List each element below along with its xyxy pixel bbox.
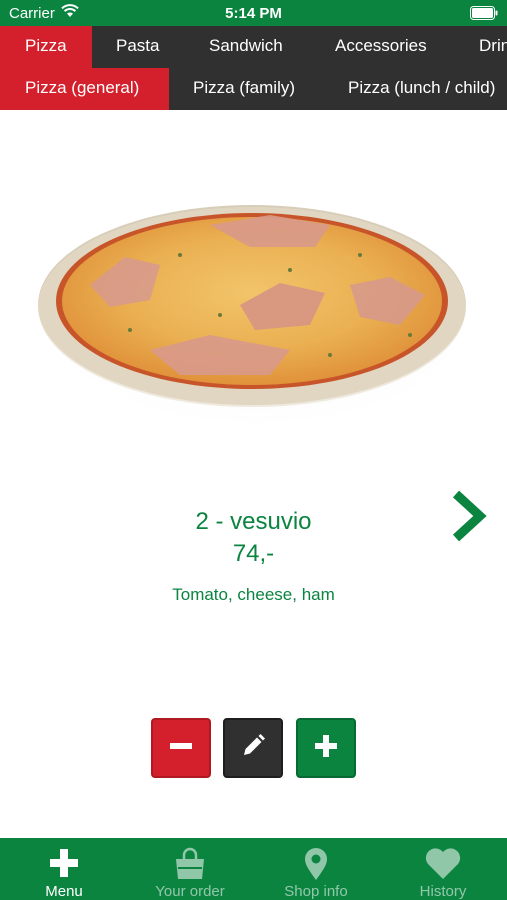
product-title: 2 - vesuvio [195,508,312,535]
product-price: 74,- [232,540,275,567]
decrease-quantity-button[interactable] [151,718,211,778]
plus-icon [1,847,127,881]
tab-menu[interactable]: Menu [1,838,127,900]
tab-shop-info-label: Shop info [284,883,348,900]
tab-your-order-label: Your order [155,883,225,900]
battery-icon [470,6,498,25]
minus-icon [168,733,194,764]
increase-quantity-button[interactable] [296,718,356,778]
plus-icon [313,733,339,764]
subtab-pizza-lunch-child[interactable]: Pizza (lunch / child) [348,68,495,110]
tab-history-label: History [419,883,467,900]
tab-shop-info[interactable]: Shop info [253,838,379,900]
heart-icon [380,847,506,881]
subtab-pizza-family[interactable]: Pizza (family) [193,68,295,110]
status-bar: Carrier 5:14 PM [0,0,507,26]
location-pin-icon [253,847,379,881]
clock: 5:14 PM [225,5,282,22]
edit-item-button[interactable] [223,718,283,778]
subtab-pizza-general[interactable]: Pizza (general) [0,68,169,110]
tab-pizza[interactable]: Pizza [0,26,92,68]
tab-accessories[interactable]: Accessories [335,26,427,68]
bottom-tab-bar: Menu Your order Shop info History [0,838,507,900]
tab-history[interactable]: History [380,838,506,900]
product-description: Tomato, cheese, ham [172,585,335,604]
shopping-bag-icon [127,847,253,881]
tab-menu-label: Menu [45,883,83,900]
tab-drinks[interactable]: Drinks [479,26,507,68]
pencil-icon [240,733,266,764]
tab-sandwich[interactable]: Sandwich [209,26,283,68]
tab-pasta[interactable]: Pasta [116,26,159,68]
category-tab-bar: Pizza Pasta Sandwich Accessories Drinks [0,26,507,68]
tab-your-order[interactable]: Your order [127,838,253,900]
product-image [30,185,480,440]
subcategory-tab-bar: Pizza (general) Pizza (family) Pizza (lu… [0,68,507,110]
